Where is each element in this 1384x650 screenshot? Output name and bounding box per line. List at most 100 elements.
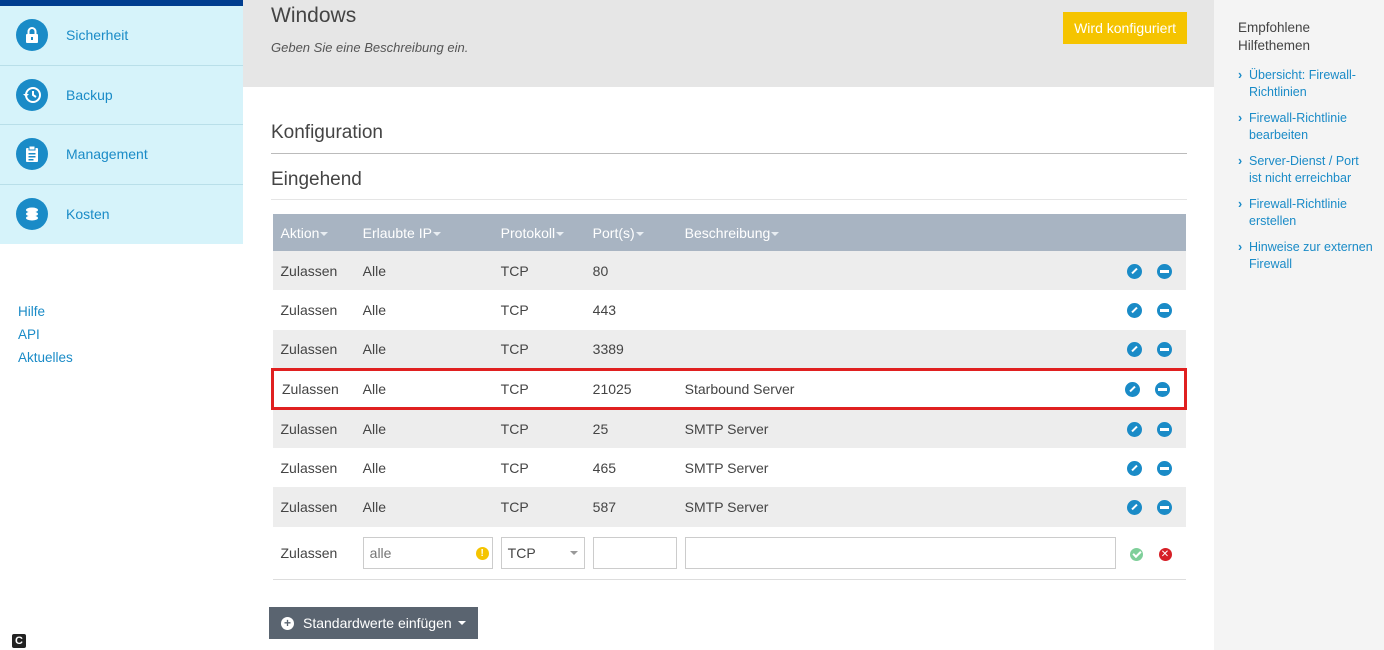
cell-description: SMTP Server: [676, 447, 1116, 488]
firewall-rules-table: Aktion Erlaubte IP Protokoll Port(s) Bes…: [270, 214, 1187, 581]
remove-icon[interactable]: [1156, 500, 1172, 516]
column-header-protokoll[interactable]: Protokoll: [492, 214, 585, 251]
chevron-right-icon: ›: [1238, 154, 1243, 168]
sidebar-item-label: Backup: [66, 86, 113, 103]
edit-icon[interactable]: [1126, 461, 1142, 477]
row-actions: [1115, 290, 1186, 330]
table-row: Zulassen Alle TCP 443: [272, 290, 1186, 330]
sidebar-item-sicherheit[interactable]: Sicherheit: [0, 6, 243, 66]
column-header-aktion[interactable]: Aktion: [272, 214, 355, 251]
cell-description: [676, 329, 1116, 370]
sidebar-item-backup[interactable]: Backup: [0, 66, 243, 125]
table-row-highlighted: Zulassen Alle TCP 21025 Starbound Server: [270, 367, 1187, 411]
new-rule-actions: ✕: [1115, 526, 1186, 581]
sidebar-item-kosten[interactable]: Kosten: [0, 185, 243, 245]
cell-ip: Alle: [354, 329, 493, 370]
port-input[interactable]: [592, 536, 677, 569]
column-header-ip[interactable]: Erlaubte IP: [354, 214, 493, 251]
column-header-ports[interactable]: Port(s): [584, 214, 677, 251]
remove-icon[interactable]: [1156, 422, 1172, 438]
main-content: Windows Geben Sie eine Beschreibung ein.…: [243, 0, 1214, 650]
warning-icon: !: [475, 546, 489, 560]
protocol-select[interactable]: TCP: [500, 536, 585, 569]
chevron-down-icon: [569, 550, 578, 555]
help-link-overview[interactable]: › Übersicht: Firewall-Richtlinien: [1238, 67, 1374, 101]
edit-icon[interactable]: [1126, 264, 1142, 280]
help-link-port-unreachable[interactable]: › Server-Dienst / Port ist nicht erreichb…: [1238, 153, 1374, 187]
caret-down-icon: [457, 621, 466, 625]
cell-port: 80: [584, 251, 677, 291]
remove-icon[interactable]: [1155, 382, 1170, 398]
cell-protocol: TCP: [492, 329, 585, 370]
cell-description: Starbound Server: [676, 367, 1116, 411]
news-link[interactable]: Aktuelles: [18, 346, 73, 369]
remove-icon[interactable]: [1156, 303, 1172, 319]
row-actions: [1115, 408, 1186, 448]
cell-action: Zulassen: [272, 329, 355, 370]
cell-port: 587: [584, 487, 677, 527]
help-title: Empfohlene Hilfethemen: [1238, 20, 1311, 53]
insert-defaults-button[interactable]: + Standardwerte einfügen: [269, 607, 478, 639]
cell-protocol: TCP: [492, 487, 585, 527]
sort-caret-icon: [432, 231, 441, 236]
coins-icon: [16, 198, 48, 231]
remove-icon[interactable]: [1156, 342, 1172, 358]
column-header-actions: [1115, 214, 1186, 251]
cell-action: Zulassen: [272, 447, 355, 488]
sort-caret-icon: [556, 231, 565, 236]
sidebar-item-label: Kosten: [66, 206, 110, 223]
chevron-right-icon: ›: [1238, 240, 1243, 254]
status-button[interactable]: Wird konfiguriert: [1063, 12, 1187, 44]
column-header-beschreibung[interactable]: Beschreibung: [676, 214, 1116, 251]
brand-logo: C: [12, 634, 26, 648]
cell-action: Zulassen: [272, 290, 355, 330]
cell-description: SMTP Server: [676, 487, 1116, 527]
api-link[interactable]: API: [18, 323, 73, 346]
protocol-select-value: TCP: [507, 544, 536, 561]
cell-ip: Alle: [354, 487, 493, 527]
edit-icon[interactable]: [1126, 500, 1142, 516]
new-rule-protocol-cell: TCP: [492, 526, 585, 581]
cell-port: 25: [584, 408, 677, 448]
table-row: Zulassen Alle TCP 587 SMTP Server: [272, 487, 1186, 527]
row-actions: [1115, 487, 1186, 527]
confirm-icon[interactable]: [1129, 547, 1143, 561]
section-title: Konfiguration: [271, 87, 1187, 154]
edit-icon[interactable]: [1126, 422, 1142, 438]
help-panel: Empfohlene Hilfethemen › Übersicht: Firew…: [1214, 0, 1384, 650]
edit-icon[interactable]: [1126, 303, 1142, 319]
sidebar-item-management[interactable]: Management: [0, 125, 243, 185]
sidebar-nav: Sicherheit Backup Management Kosten: [0, 6, 243, 244]
chevron-right-icon: ›: [1238, 197, 1243, 211]
cell-port: 443: [584, 290, 677, 330]
cell-action: Zulassen: [272, 408, 355, 448]
new-rule-action: Zulassen: [272, 526, 355, 581]
edit-icon[interactable]: [1125, 382, 1140, 398]
chevron-right-icon: ›: [1238, 68, 1243, 82]
help-link-external-firewall[interactable]: › Hinweise zur externen Firewall: [1238, 239, 1374, 273]
remove-icon[interactable]: [1156, 461, 1172, 477]
remove-icon[interactable]: [1156, 264, 1172, 280]
help-link-edit-rule[interactable]: › Firewall-Richtlinie bearbeiten: [1238, 110, 1374, 144]
plus-icon: +: [281, 616, 294, 630]
row-actions: [1115, 367, 1187, 411]
cell-protocol: TCP: [492, 447, 585, 488]
cell-ip: Alle: [354, 290, 493, 330]
new-rule-row: Zulassen ! TCP: [272, 526, 1186, 581]
cancel-icon[interactable]: ✕: [1158, 547, 1172, 561]
new-rule-port-cell: [584, 526, 677, 581]
cell-description: SMTP Server: [676, 408, 1116, 448]
table-row: Zulassen Alle TCP 465 SMTP Server: [272, 447, 1186, 488]
lock-icon: [16, 19, 48, 52]
ip-input[interactable]: [369, 544, 470, 561]
table-row: Zulassen Alle TCP 80: [272, 251, 1186, 291]
description-input[interactable]: [684, 536, 1116, 569]
row-actions: [1115, 447, 1186, 488]
help-link[interactable]: Hilfe: [18, 300, 73, 323]
table-row: Zulassen Alle TCP 25 SMTP Server: [272, 408, 1186, 448]
cell-protocol: TCP: [492, 290, 585, 330]
edit-icon[interactable]: [1126, 342, 1142, 358]
help-link-create-rule[interactable]: › Firewall-Richtlinie erstellen: [1238, 196, 1374, 230]
row-actions: [1115, 251, 1186, 291]
cell-action: Zulassen: [272, 251, 355, 291]
